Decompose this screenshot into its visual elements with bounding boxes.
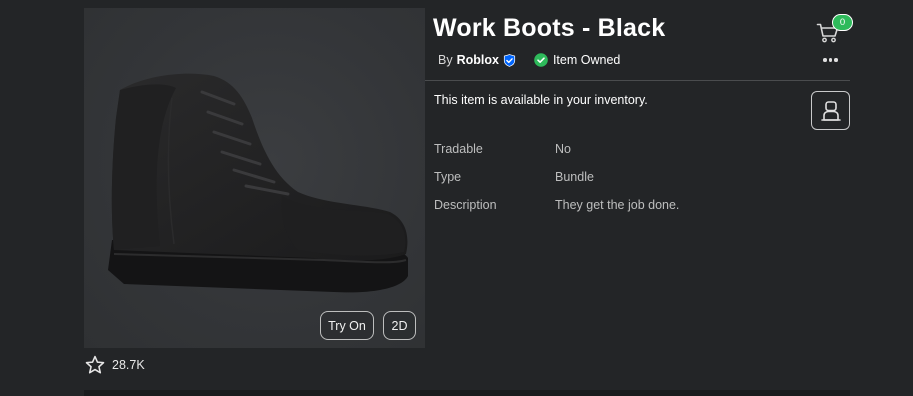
avatar-outline-icon xyxy=(820,100,841,121)
favorite-control: 28.7K xyxy=(84,354,145,376)
star-outline-icon[interactable] xyxy=(84,354,106,376)
view-on-avatar-button[interactable] xyxy=(811,91,850,130)
detail-row-description: Description They get the job done. xyxy=(434,198,679,212)
detail-label: Tradable xyxy=(434,142,483,156)
more-dot xyxy=(834,58,838,62)
more-options-icon[interactable] xyxy=(823,54,839,66)
section-divider xyxy=(84,390,850,396)
more-dot xyxy=(828,58,832,62)
availability-text: This item is available in your inventory… xyxy=(434,93,648,107)
detail-value: Bundle xyxy=(555,170,594,184)
item-byline: By Roblox Item Owned xyxy=(438,53,620,67)
more-dot xyxy=(823,58,827,62)
check-circle-icon xyxy=(534,53,548,67)
cart-count-badge: 0 xyxy=(832,14,853,31)
by-label: By xyxy=(438,53,453,67)
view-2d-button[interactable]: 2D xyxy=(383,311,416,340)
try-on-button[interactable]: Try On xyxy=(320,311,374,340)
item-title: Work Boots - Black xyxy=(433,14,666,42)
favorite-count: 28.7K xyxy=(112,358,145,372)
creator-link[interactable]: Roblox xyxy=(457,53,499,67)
verified-badge-icon xyxy=(503,53,516,67)
item-thumbnail: Try On 2D xyxy=(84,8,425,348)
detail-label: Description xyxy=(434,198,497,212)
header-divider xyxy=(425,80,850,81)
detail-row-tradable: Tradable No xyxy=(434,142,571,156)
item-owned-label: Item Owned xyxy=(552,53,621,67)
detail-value: They get the job done. xyxy=(555,198,680,212)
item-details-page: Try On 2D 28.7K Work Boots - Black By Ro… xyxy=(0,0,913,396)
detail-value: No xyxy=(555,142,571,156)
detail-row-type: Type Bundle xyxy=(434,170,594,184)
detail-label: Type xyxy=(434,170,462,184)
boot-image xyxy=(108,73,408,293)
